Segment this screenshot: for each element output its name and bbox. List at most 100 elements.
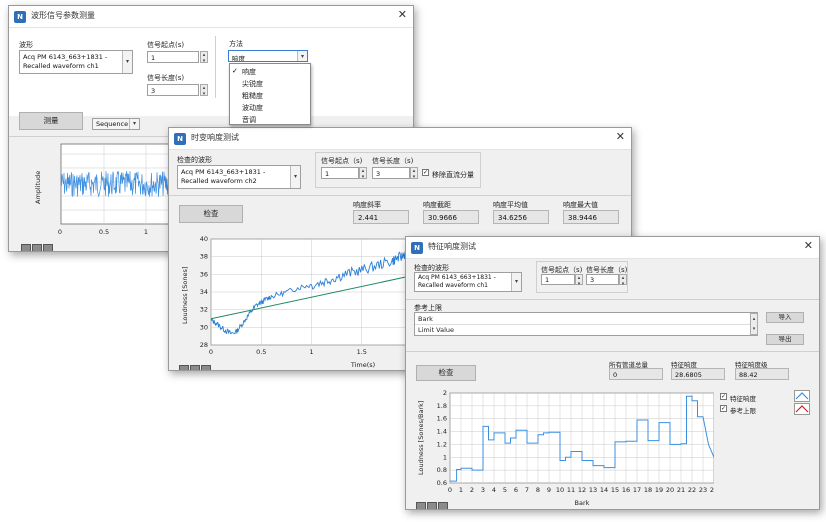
length-input[interactable]: 3 — [147, 84, 199, 96]
stat-value: 34.6256 — [493, 210, 549, 224]
length-spinner[interactable]: ▴ ▾ — [200, 84, 208, 97]
table-scrollbar[interactable]: ▴ ▾ — [750, 313, 758, 335]
chevron-down-icon[interactable]: ▾ — [122, 51, 132, 73]
waveform-select[interactable]: Acq PM 6143_663+1831 - Recalled waveform… — [414, 272, 522, 292]
divider — [169, 195, 631, 196]
chevron-down-icon[interactable]: ▾ — [290, 166, 300, 188]
x-tick-label: 16 — [622, 486, 630, 494]
divider — [406, 351, 819, 352]
y-tick-label: 1.2 — [437, 440, 447, 448]
length-label: 信号长度(s) — [147, 74, 185, 82]
start-label: 信号起点(s) — [147, 41, 185, 49]
stat-label: 响度最大值 — [563, 201, 598, 209]
close-icon[interactable]: ✕ — [616, 130, 625, 143]
y-tick-label: 32 — [200, 306, 208, 314]
divider — [406, 299, 819, 300]
length-spinner[interactable]: ▴ ▾ — [410, 167, 418, 180]
x-tick-label: 0.5 — [256, 348, 266, 356]
start-spinner[interactable]: ▴ ▾ — [200, 51, 208, 64]
y-tick-label: 36 — [200, 270, 208, 278]
zoom-icon[interactable] — [190, 365, 200, 370]
chevron-down-icon[interactable]: ▾ — [297, 51, 307, 61]
y-tick-label: 2 — [443, 389, 447, 397]
start-label: 信号起点（s) — [321, 157, 363, 165]
method-option[interactable]: 粗糙度 — [242, 91, 263, 101]
x-tick-label: 1 — [309, 348, 313, 356]
stat-value: 88.42 — [735, 368, 789, 380]
graph-tools-palette[interactable] — [416, 496, 450, 509]
y-tick-label: 30 — [200, 323, 208, 331]
crosshair-icon[interactable] — [416, 502, 426, 509]
legend-checkbox[interactable]: ✓ — [720, 405, 727, 412]
check-button[interactable]: 检查 — [179, 205, 243, 223]
length-input[interactable]: 3 — [586, 274, 619, 285]
x-tick-label: 1.5 — [357, 348, 367, 356]
legend-swatch-red[interactable] — [794, 403, 810, 415]
method-label: 方法 — [229, 40, 243, 48]
stat-label: 响度斜率 — [353, 201, 381, 209]
loudness-time-plot: 28 30 32 34 36 38 40 0 0.5 1 1.5 Loudness [Sones]… — [181, 235, 412, 369]
zoom-icon[interactable] — [427, 502, 437, 509]
app-icon: N — [174, 133, 186, 145]
method-option[interactable]: 响度 — [242, 67, 256, 77]
waveform-select[interactable]: Acq PM 6143_663+1831 - Recalled waveform… — [177, 165, 301, 189]
legend-checkbox[interactable]: ✓ — [720, 393, 727, 400]
export-button[interactable]: 导出 — [766, 334, 804, 345]
start-spinner[interactable]: ▴ ▾ — [359, 167, 367, 180]
method-select[interactable]: 响度 ▾ — [228, 50, 308, 62]
length-spinner[interactable]: ▴ ▾ — [619, 274, 627, 287]
chevron-down-icon[interactable]: ▾ — [511, 273, 521, 291]
length-input[interactable]: 3 — [372, 167, 410, 179]
crosshair-icon[interactable] — [21, 244, 31, 251]
x-tick-label: 22 — [688, 486, 696, 494]
x-tick-label: 17 — [633, 486, 641, 494]
pan-icon[interactable] — [43, 244, 53, 251]
divider — [215, 36, 216, 98]
import-button[interactable]: 导入 — [766, 312, 804, 323]
crosshair-icon[interactable] — [179, 365, 189, 370]
y-tick-label: 1 — [443, 453, 447, 461]
y-tick-label: 0.8 — [437, 466, 447, 474]
close-icon[interactable]: ✕ — [398, 8, 407, 21]
x-tick-label: 19 — [655, 486, 663, 494]
pan-icon[interactable] — [438, 502, 448, 509]
ref-limit-table[interactable]: Bark Limit Value — [414, 312, 758, 336]
titlebar: N 波形信号参数测量 ✕ — [9, 6, 413, 28]
graph-tools-palette[interactable] — [21, 238, 55, 251]
measure-button[interactable]: 测量 — [19, 112, 83, 130]
amplitude-plot: Amplitude 0 0.5 1 — [34, 143, 179, 236]
start-spinner[interactable]: ▴ ▾ — [575, 274, 583, 287]
start-input[interactable]: 1 — [321, 167, 359, 179]
method-option[interactable]: 尖锐度 — [242, 79, 263, 89]
chevron-down-icon[interactable]: ▾ — [129, 119, 139, 129]
x-tick-label: 21 — [677, 486, 685, 494]
remove-dc-label: 移除直流分量 — [432, 171, 474, 179]
stat-value: 2.441 — [353, 210, 409, 224]
y-axis-label: Loudness [Sones] — [181, 267, 189, 324]
check-button[interactable]: 检查 — [416, 365, 476, 381]
graph-tools-palette[interactable] — [179, 359, 213, 370]
x-tick-label: 5 — [503, 486, 507, 494]
y-tick-label: 38 — [200, 253, 208, 261]
method-option[interactable]: 波动度 — [242, 103, 263, 113]
stat-value: 30.9666 — [423, 210, 479, 224]
zoom-icon[interactable] — [32, 244, 42, 251]
y-axis-label: Loudness [Sones/Bark] — [417, 401, 425, 475]
stat-value: 38.9446 — [563, 210, 619, 224]
legend-label: 特征响度 — [730, 395, 756, 403]
legend-swatch-blue[interactable] — [794, 390, 810, 402]
mode-select[interactable]: Sequence ▾ — [92, 118, 140, 130]
check-icon: ✓ — [232, 67, 238, 75]
remove-dc-checkbox[interactable]: ✓ — [422, 169, 429, 176]
x-tick-label: 8 — [536, 486, 540, 494]
x-tick-label: 15 — [611, 486, 619, 494]
start-input[interactable]: 1 — [147, 51, 199, 63]
method-option[interactable]: 音调 — [242, 115, 256, 125]
start-input[interactable]: 1 — [541, 274, 575, 285]
titlebar: N 特征响度测试 ✕ — [406, 237, 819, 259]
close-icon[interactable]: ✕ — [804, 239, 813, 252]
x-tick-label: 18 — [644, 486, 652, 494]
waveform-select[interactable]: Acq PM 6143_663+1831 - Recalled waveform… — [19, 50, 133, 74]
pan-icon[interactable] — [201, 365, 211, 370]
table-row-header: Bark — [418, 315, 433, 323]
